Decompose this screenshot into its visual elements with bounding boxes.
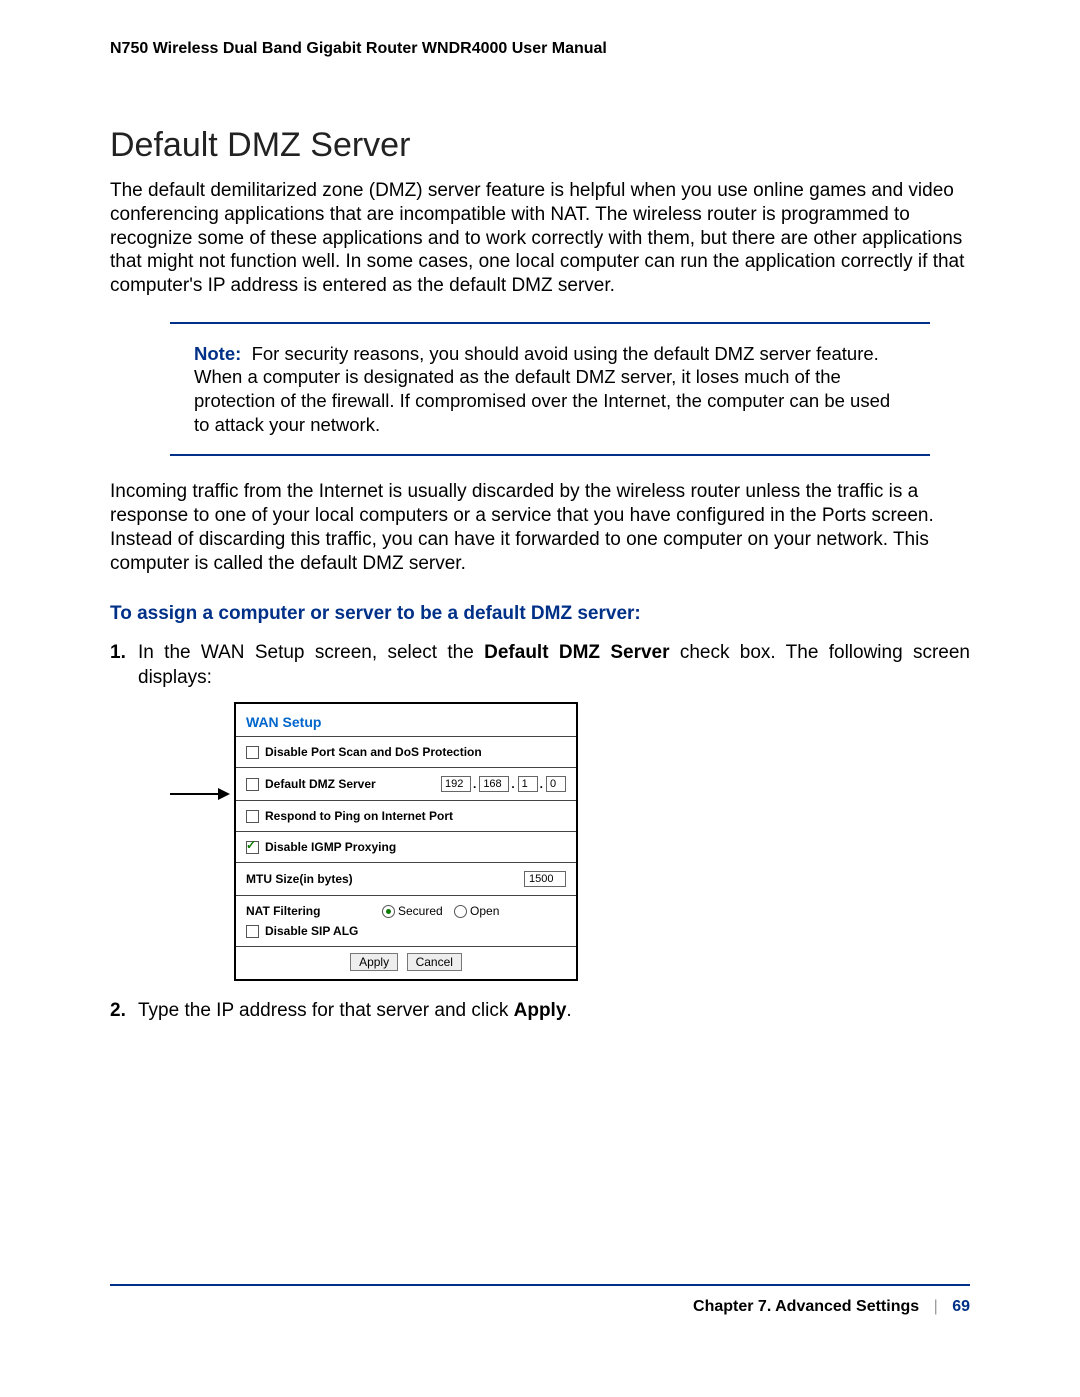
arrow-line <box>170 793 218 795</box>
wan-setup-figure: WAN Setup Disable Port Scan and DoS Prot… <box>170 702 970 981</box>
step-2-post: . <box>566 1000 571 1021</box>
ip-octet-3[interactable]: 1 <box>518 776 538 792</box>
ip-octet-1[interactable]: 192 <box>441 776 471 792</box>
wan-setup-panel: WAN Setup Disable Port Scan and DoS Prot… <box>234 702 578 981</box>
footer-separator: | <box>934 1298 938 1315</box>
intro-paragraph: The default demilitarized zone (DMZ) ser… <box>110 179 970 298</box>
step-2-number: 2. <box>110 999 138 1023</box>
arrow-head-icon <box>218 788 230 800</box>
procedure-heading: To assign a computer or server to be a d… <box>110 603 970 625</box>
radio-nat-open[interactable] <box>454 905 467 918</box>
body-paragraph-2: Incoming traffic from the Internet is us… <box>110 480 970 575</box>
note-label: Note: <box>194 343 241 364</box>
label-disable-port-scan: Disable Port Scan and DoS Protection <box>265 745 566 759</box>
footer-page-number: 69 <box>952 1298 970 1315</box>
checkbox-disable-igmp[interactable] <box>246 841 259 854</box>
wan-button-row: Apply Cancel <box>236 946 576 979</box>
row-disable-port-scan: Disable Port Scan and DoS Protection <box>236 736 576 767</box>
manual-header: N750 Wireless Dual Band Gigabit Router W… <box>110 40 970 58</box>
checkbox-respond-ping[interactable] <box>246 810 259 823</box>
label-respond-ping: Respond to Ping on Internet Port <box>265 809 566 823</box>
label-mtu: MTU Size(in bytes) <box>246 872 521 886</box>
input-mtu[interactable]: 1500 <box>524 871 566 887</box>
wan-setup-title: WAN Setup <box>236 704 576 736</box>
step-2: 2.Type the IP address for that server an… <box>138 999 970 1023</box>
checkbox-default-dmz[interactable] <box>246 778 259 791</box>
row-default-dmz: Default DMZ Server 192. 168. 1. 0 <box>236 767 576 800</box>
label-disable-igmp: Disable IGMP Proxying <box>265 840 566 854</box>
label-nat-open: Open <box>470 904 499 918</box>
page-footer: Chapter 7. Advanced Settings | 69 <box>110 1284 970 1316</box>
footer-chapter: Chapter 7. Advanced Settings <box>693 1298 919 1315</box>
row-respond-ping: Respond to Ping on Internet Port <box>236 800 576 831</box>
label-default-dmz: Default DMZ Server <box>265 777 438 791</box>
section-title: Default DMZ Server <box>110 126 970 165</box>
step-1-pre: In the WAN Setup screen, select the <box>138 642 484 663</box>
row-mtu: MTU Size(in bytes) 1500 <box>236 862 576 895</box>
note-body: For security reasons, you should avoid u… <box>194 343 890 435</box>
note-box: Note: For security reasons, you should a… <box>170 322 930 457</box>
arrow-indicator <box>170 785 234 803</box>
row-disable-igmp: Disable IGMP Proxying <box>236 831 576 862</box>
ip-octet-4[interactable]: 0 <box>546 776 566 792</box>
step-2-pre: Type the IP address for that server and … <box>138 1000 514 1021</box>
row-nat-filtering: NAT Filtering Secured Open Disable SIP A… <box>236 895 576 946</box>
radio-nat-secured[interactable] <box>382 905 395 918</box>
step-1: 1.In the WAN Setup screen, select the De… <box>138 641 970 690</box>
apply-button[interactable]: Apply <box>350 953 398 971</box>
cancel-button[interactable]: Cancel <box>407 953 462 971</box>
step-2-bold: Apply <box>514 1000 567 1021</box>
label-nat-secured: Secured <box>398 904 443 918</box>
ip-octet-2[interactable]: 168 <box>479 776 509 792</box>
label-nat-filtering: NAT Filtering <box>246 904 374 918</box>
step-1-number: 1. <box>110 641 138 665</box>
step-1-bold: Default DMZ Server <box>484 642 669 663</box>
label-disable-sip: Disable SIP ALG <box>265 924 358 938</box>
checkbox-disable-sip[interactable] <box>246 925 259 938</box>
checkbox-disable-port-scan[interactable] <box>246 746 259 759</box>
